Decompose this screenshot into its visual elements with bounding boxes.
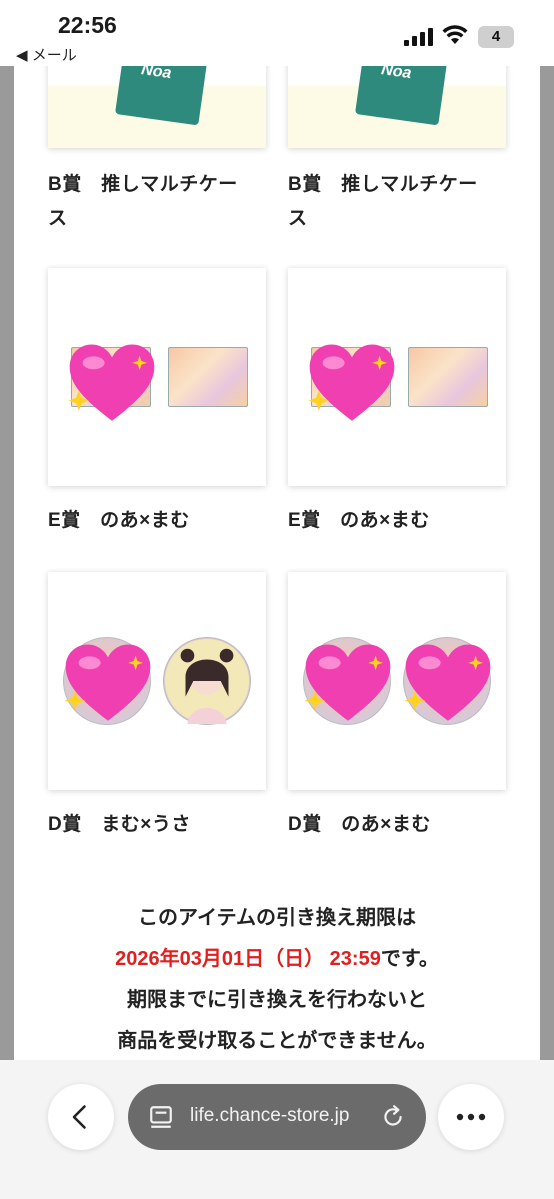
can-badge-image bbox=[163, 637, 251, 725]
prize-card-d-1[interactable] bbox=[48, 572, 266, 790]
back-button[interactable] bbox=[48, 1084, 114, 1150]
sparkling-heart-icon bbox=[68, 344, 155, 421]
chevron-left-icon bbox=[72, 1105, 86, 1129]
browser-toolbar: life.chance-store.jp bbox=[0, 1060, 554, 1199]
prize-label: E賞 のあ×まむ bbox=[288, 510, 430, 531]
prize-label: D賞 のあ×まむ bbox=[288, 814, 431, 835]
prize-label: B賞 推しマルチケー ス bbox=[288, 174, 478, 229]
address-bar[interactable]: life.chance-store.jp bbox=[128, 1084, 426, 1150]
prize-card-e-2[interactable] bbox=[288, 268, 506, 486]
more-button[interactable] bbox=[438, 1084, 504, 1150]
prize-card-b-1[interactable]: Noa bbox=[48, 66, 266, 148]
wifi-icon bbox=[442, 25, 468, 44]
can-badge-image bbox=[303, 637, 391, 725]
back-to-mail-link[interactable]: ◀ メール bbox=[16, 44, 77, 65]
can-badge-image bbox=[63, 637, 151, 725]
can-badge-image bbox=[403, 637, 491, 725]
reload-icon[interactable] bbox=[380, 1104, 406, 1130]
page-menu-icon[interactable] bbox=[148, 1104, 174, 1130]
web-page: Noa B賞 推しマルチケー ス Noa B賞 推しマルチケー ス E賞 のあ×… bbox=[14, 66, 540, 1060]
prize-label: D賞 まむ×うさ bbox=[48, 814, 191, 835]
notice-line-3: 期限までに引き換えを行わないと bbox=[127, 989, 427, 1011]
battery-indicator: 4 bbox=[478, 26, 514, 48]
sparkling-heart-icon bbox=[404, 644, 491, 721]
cellular-signal-icon bbox=[404, 28, 434, 46]
prize-card-d-2[interactable] bbox=[288, 572, 506, 790]
url-text: life.chance-store.jp bbox=[190, 1105, 350, 1126]
portrait-icon bbox=[164, 638, 250, 724]
notice-line-1: このアイテムの引き換え期限は bbox=[138, 907, 416, 929]
notice-line-4: 商品を受け取ることができません。 bbox=[117, 1030, 437, 1052]
prize-card-b-2[interactable]: Noa bbox=[288, 66, 506, 148]
prize-label: E賞 のあ×まむ bbox=[48, 510, 190, 531]
clock-time: 22:56 bbox=[58, 12, 117, 38]
status-bar: 22:56 ◀ メール 4 bbox=[0, 0, 554, 66]
more-icon bbox=[456, 1113, 486, 1121]
acrylic-card-image bbox=[408, 347, 488, 407]
redemption-deadline-notice: このアイテムの引き換え期限は 2026年03月01日（日） 23:59です。 期… bbox=[14, 898, 540, 1060]
acrylic-card-image bbox=[168, 347, 248, 407]
sparkling-heart-icon bbox=[64, 644, 151, 721]
sparkling-heart-icon bbox=[308, 344, 395, 421]
sparkling-heart-icon bbox=[304, 644, 391, 721]
deadline-date: 2026年03月01日（日） 23:59 bbox=[115, 948, 381, 970]
prize-card-e-1[interactable] bbox=[48, 268, 266, 486]
notice-line-2: 2026年03月01日（日） 23:59です。 bbox=[115, 948, 439, 970]
prize-label: B賞 推しマルチケー ス bbox=[48, 174, 238, 229]
